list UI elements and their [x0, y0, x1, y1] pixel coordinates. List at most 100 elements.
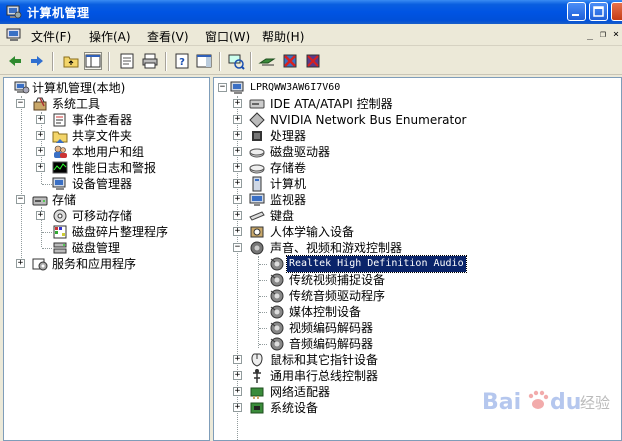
menu-view[interactable]: 查看(V) — [147, 28, 189, 45]
tree-item-root[interactable]: 计算机管理(本地) — [4, 80, 209, 96]
show-hide-tree-button[interactable] — [84, 52, 102, 70]
device-item[interactable]: 音频编码解码器 — [214, 336, 621, 352]
tree-item-services-apps[interactable]: + 服务和应用程序 — [4, 256, 209, 272]
tree-item-event-viewer[interactable]: + 事件查看器 — [4, 112, 209, 128]
performance-icon — [52, 161, 68, 174]
expand-icon[interactable]: + — [233, 211, 242, 220]
device-category-label: 通用串行总线控制器 — [270, 369, 379, 383]
scan-hardware-icon[interactable] — [227, 52, 245, 70]
expand-icon[interactable]: + — [233, 131, 242, 140]
expand-icon[interactable]: + — [36, 115, 45, 124]
device-tree-root[interactable]: − LPRQWW3AW6I7V60 — [214, 80, 621, 96]
expand-icon[interactable]: + — [233, 99, 242, 108]
tree-item-disk-management[interactable]: 磁盘管理 — [4, 240, 209, 256]
computer-management-icon — [6, 5, 22, 19]
device-item[interactable]: 视频编码解码器 — [214, 320, 621, 336]
minimize-button[interactable] — [567, 2, 586, 21]
maximize-button[interactable] — [589, 2, 608, 21]
expand-icon[interactable]: + — [233, 147, 242, 156]
collapse-icon[interactable]: − — [233, 243, 242, 252]
users-icon — [54, 145, 67, 158]
expand-icon[interactable]: + — [233, 115, 242, 124]
expand-icon[interactable]: + — [36, 211, 45, 220]
tree-item-performance-logs[interactable]: + 性能日志和警报 — [4, 160, 209, 176]
expand-icon[interactable]: + — [233, 195, 242, 204]
expand-icon[interactable]: + — [16, 259, 25, 268]
device-category[interactable]: + 监视器 — [214, 192, 621, 208]
device-category[interactable]: + NVIDIA Network Bus Enumerator — [214, 112, 621, 128]
device-item[interactable]: 传统视频捕捉设备 — [214, 272, 621, 288]
tree-item-device-manager[interactable]: 设备管理器 — [4, 176, 209, 192]
menu-file[interactable]: 文件(F) — [31, 28, 71, 45]
mdi-close-icon[interactable]: × — [610, 29, 622, 41]
device-item[interactable]: 媒体控制设备 — [214, 304, 621, 320]
tree-item-removable-storage[interactable]: + 可移动存储 — [4, 208, 209, 224]
expand-icon[interactable]: + — [233, 403, 242, 412]
window-title: 计算机管理 — [27, 6, 90, 20]
tree-item-local-users[interactable]: + 本地用户和组 — [4, 144, 209, 160]
device-item[interactable]: Realtek High Definition Audio — [214, 255, 621, 273]
update-driver-icon[interactable] — [258, 52, 276, 70]
tree-item-shared-folders[interactable]: + 共享文件夹 — [4, 128, 209, 144]
device-category-icon — [252, 131, 262, 141]
expand-icon[interactable]: + — [233, 355, 242, 364]
tree-item-disk-defragmenter[interactable]: 磁盘碎片整理程序 — [4, 224, 209, 240]
collapse-icon[interactable]: − — [16, 195, 25, 204]
properties-icon[interactable] — [118, 52, 136, 70]
toolbar-separator — [52, 52, 54, 71]
print-icon[interactable] — [141, 52, 159, 70]
device-category[interactable]: + 人体学输入设备 — [214, 224, 621, 240]
disable-device-icon[interactable] — [304, 52, 322, 70]
tree-item-system-tools[interactable]: − 系统工具 — [4, 96, 209, 112]
device-manager-icon — [52, 177, 66, 190]
toolbar-separator — [108, 52, 110, 71]
uninstall-icon[interactable] — [281, 52, 299, 70]
console-icon[interactable] — [6, 27, 24, 43]
console-tree[interactable]: 计算机管理(本地) − 系统工具 + 事件查看器 + 共享文件夹 + 本地用户和… — [3, 77, 210, 441]
close-button[interactable] — [611, 2, 622, 21]
expand-icon[interactable]: + — [233, 227, 242, 236]
device-category[interactable]: − 声音、视频和游戏控制器 — [214, 240, 621, 256]
mdi-minimize-icon[interactable]: _ — [584, 29, 596, 41]
device-category[interactable]: + 计算机 — [214, 176, 621, 192]
device-category[interactable]: + 通用串行总线控制器 — [214, 368, 621, 384]
shared-folder-icon — [52, 131, 68, 143]
tree-item-storage[interactable]: − 存储 — [4, 192, 209, 208]
expand-icon[interactable]: + — [233, 371, 242, 380]
audio-device-icon — [270, 289, 284, 303]
expand-icon[interactable]: + — [233, 163, 242, 172]
menu-window[interactable]: 窗口(W) — [205, 28, 250, 45]
tree-item-label: 设备管理器 — [72, 177, 133, 191]
collapse-icon[interactable]: − — [16, 99, 25, 108]
menu-action[interactable]: 操作(A) — [89, 28, 131, 45]
device-category-label: 系统设备 — [270, 401, 319, 415]
menu-help[interactable]: 帮助(H) — [262, 28, 304, 45]
expand-icon[interactable]: + — [233, 179, 242, 188]
forward-arrow-icon[interactable] — [28, 52, 46, 70]
show-hide-action-pane-icon[interactable] — [195, 52, 213, 70]
computer-name: LPRQWW3AW6I7V60 — [250, 82, 341, 93]
audio-device-icon — [270, 257, 284, 271]
device-category-label: 人体学输入设备 — [270, 225, 355, 239]
help-icon[interactable]: ? — [173, 52, 191, 70]
mdi-restore-icon[interactable]: ❐ — [597, 29, 609, 41]
device-category[interactable]: + 处理器 — [214, 128, 621, 144]
device-item[interactable]: 传统音频驱动程序 — [214, 288, 621, 304]
expand-icon[interactable]: + — [233, 387, 242, 396]
expand-icon[interactable]: + — [36, 147, 45, 156]
expand-icon[interactable]: + — [36, 163, 45, 172]
collapse-icon[interactable]: − — [218, 83, 227, 92]
menu-bar: 文件(F) 操作(A) 查看(V) 窗口(W) 帮助(H) _ ❐ × — [0, 24, 622, 46]
up-folder-icon[interactable] — [62, 52, 80, 70]
back-arrow-icon[interactable] — [6, 52, 24, 70]
tree-item-label: 事件查看器 — [72, 113, 133, 127]
expand-icon[interactable]: + — [36, 131, 45, 140]
tree-connector — [259, 264, 267, 265]
tree-item-label: 存储 — [52, 193, 77, 207]
device-category[interactable]: + IDE ATA/ATAPI 控制器 — [214, 96, 621, 112]
device-category[interactable]: + 存储卷 — [214, 160, 621, 176]
device-category[interactable]: + 磁盘驱动器 — [214, 144, 621, 160]
defragmenter-icon — [53, 225, 67, 239]
device-category[interactable]: + 键盘 — [214, 208, 621, 224]
device-category[interactable]: + 鼠标和其它指针设备 — [214, 352, 621, 368]
